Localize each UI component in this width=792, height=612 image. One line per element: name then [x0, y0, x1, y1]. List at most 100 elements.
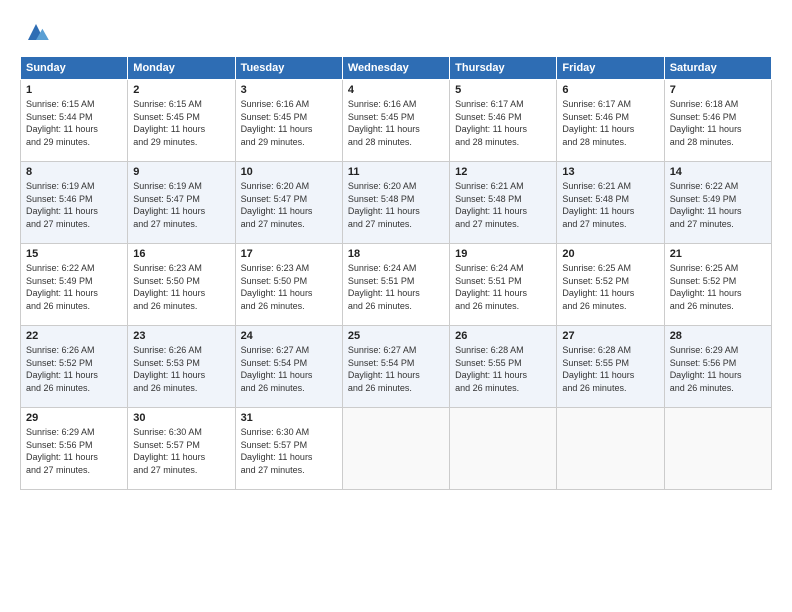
- day-info: Sunrise: 6:18 AM Sunset: 5:46 PM Dayligh…: [670, 98, 766, 148]
- calendar-cell: 3Sunrise: 6:16 AM Sunset: 5:45 PM Daylig…: [235, 80, 342, 162]
- calendar-cell: [450, 408, 557, 490]
- day-info: Sunrise: 6:19 AM Sunset: 5:47 PM Dayligh…: [133, 180, 229, 230]
- calendar-week-4: 22 Sunrise: 6:26 AM Sunset: 5:52 PM Dayli…: [21, 326, 772, 408]
- day-number: 22: [26, 330, 122, 342]
- day-number: 21: [670, 248, 766, 260]
- calendar-cell: 14 Sunrise: 6:22 AM Sunset: 5:49 PM Dayli…: [664, 162, 771, 244]
- calendar-cell: 31Sunrise: 6:30 AM Sunset: 5:57 PM Dayli…: [235, 408, 342, 490]
- calendar-cell: 25 Sunrise: 6:27 AM Sunset: 5:54 PM Dayli…: [342, 326, 449, 408]
- day-info: Sunrise: 6:15 AM Sunset: 5:44 PM Dayligh…: [26, 98, 122, 148]
- day-number: 18: [348, 248, 444, 260]
- column-header-thursday: Thursday: [450, 57, 557, 80]
- day-info: Sunrise: 6:20 AM Sunset: 5:48 PM Dayligh…: [348, 180, 444, 230]
- day-number: 16: [133, 248, 229, 260]
- day-number: 26: [455, 330, 551, 342]
- day-info: Sunrise: 6:16 AM Sunset: 5:45 PM Dayligh…: [348, 98, 444, 148]
- calendar-cell: [342, 408, 449, 490]
- calendar-cell: 21 Sunrise: 6:25 AM Sunset: 5:52 PM Dayli…: [664, 244, 771, 326]
- day-number: 30: [133, 412, 229, 424]
- day-info: Sunrise: 6:17 AM Sunset: 5:46 PM Dayligh…: [455, 98, 551, 148]
- logo: [20, 16, 56, 48]
- day-info: Sunrise: 6:22 AM Sunset: 5:49 PM Dayligh…: [670, 180, 766, 230]
- calendar-cell: 28 Sunrise: 6:29 AM Sunset: 5:56 PM Dayli…: [664, 326, 771, 408]
- day-number: 14: [670, 166, 766, 178]
- day-number: 24: [241, 330, 337, 342]
- header: [20, 16, 772, 48]
- day-info: Sunrise: 6:16 AM Sunset: 5:45 PM Dayligh…: [241, 98, 337, 148]
- calendar-cell: 1 Sunrise: 6:15 AM Sunset: 5:44 PM Daylig…: [21, 80, 128, 162]
- main-container: SundayMondayTuesdayWednesdayThursdayFrid…: [0, 0, 792, 500]
- day-info: Sunrise: 6:29 AM Sunset: 5:56 PM Dayligh…: [26, 426, 122, 476]
- day-info: Sunrise: 6:28 AM Sunset: 5:55 PM Dayligh…: [455, 344, 551, 394]
- day-info: Sunrise: 6:15 AM Sunset: 5:45 PM Dayligh…: [133, 98, 229, 148]
- calendar-week-2: 8 Sunrise: 6:19 AM Sunset: 5:46 PM Daylig…: [21, 162, 772, 244]
- day-info: Sunrise: 6:22 AM Sunset: 5:49 PM Dayligh…: [26, 262, 122, 312]
- day-info: Sunrise: 6:20 AM Sunset: 5:47 PM Dayligh…: [241, 180, 337, 230]
- calendar-cell: 13 Sunrise: 6:21 AM Sunset: 5:48 PM Dayli…: [557, 162, 664, 244]
- calendar-cell: 7 Sunrise: 6:18 AM Sunset: 5:46 PM Daylig…: [664, 80, 771, 162]
- calendar-cell: 10 Sunrise: 6:20 AM Sunset: 5:47 PM Dayli…: [235, 162, 342, 244]
- day-number: 19: [455, 248, 551, 260]
- day-info: Sunrise: 6:24 AM Sunset: 5:51 PM Dayligh…: [455, 262, 551, 312]
- day-number: 11: [348, 166, 444, 178]
- day-info: Sunrise: 6:26 AM Sunset: 5:52 PM Dayligh…: [26, 344, 122, 394]
- calendar-cell: 27Sunrise: 6:28 AM Sunset: 5:55 PM Dayli…: [557, 326, 664, 408]
- column-header-wednesday: Wednesday: [342, 57, 449, 80]
- day-info: Sunrise: 6:30 AM Sunset: 5:57 PM Dayligh…: [133, 426, 229, 476]
- calendar-cell: 19 Sunrise: 6:24 AM Sunset: 5:51 PM Dayli…: [450, 244, 557, 326]
- calendar-cell: 22 Sunrise: 6:26 AM Sunset: 5:52 PM Dayli…: [21, 326, 128, 408]
- day-info: Sunrise: 6:30 AM Sunset: 5:57 PM Dayligh…: [241, 426, 337, 476]
- day-number: 1: [26, 84, 122, 96]
- calendar-cell: 6 Sunrise: 6:17 AM Sunset: 5:46 PM Daylig…: [557, 80, 664, 162]
- calendar-cell: 26 Sunrise: 6:28 AM Sunset: 5:55 PM Dayli…: [450, 326, 557, 408]
- calendar-cell: 2 Sunrise: 6:15 AM Sunset: 5:45 PM Daylig…: [128, 80, 235, 162]
- day-info: Sunrise: 6:17 AM Sunset: 5:46 PM Dayligh…: [562, 98, 658, 148]
- calendar-cell: 24 Sunrise: 6:27 AM Sunset: 5:54 PM Dayli…: [235, 326, 342, 408]
- column-header-monday: Monday: [128, 57, 235, 80]
- day-info: Sunrise: 6:23 AM Sunset: 5:50 PM Dayligh…: [241, 262, 337, 312]
- day-number: 13: [562, 166, 658, 178]
- calendar-cell: 9 Sunrise: 6:19 AM Sunset: 5:47 PM Daylig…: [128, 162, 235, 244]
- calendar-cell: 8 Sunrise: 6:19 AM Sunset: 5:46 PM Daylig…: [21, 162, 128, 244]
- day-number: 28: [670, 330, 766, 342]
- calendar-cell: 17Sunrise: 6:23 AM Sunset: 5:50 PM Dayli…: [235, 244, 342, 326]
- calendar-header-row: SundayMondayTuesdayWednesdayThursdayFrid…: [21, 57, 772, 80]
- calendar-cell: 12Sunrise: 6:21 AM Sunset: 5:48 PM Dayli…: [450, 162, 557, 244]
- calendar-week-1: 1 Sunrise: 6:15 AM Sunset: 5:44 PM Daylig…: [21, 80, 772, 162]
- day-info: Sunrise: 6:25 AM Sunset: 5:52 PM Dayligh…: [562, 262, 658, 312]
- calendar-table: SundayMondayTuesdayWednesdayThursdayFrid…: [20, 56, 772, 490]
- calendar-cell: [664, 408, 771, 490]
- day-number: 25: [348, 330, 444, 342]
- day-number: 20: [562, 248, 658, 260]
- day-number: 15: [26, 248, 122, 260]
- day-number: 9: [133, 166, 229, 178]
- day-number: 29: [26, 412, 122, 424]
- day-info: Sunrise: 6:21 AM Sunset: 5:48 PM Dayligh…: [562, 180, 658, 230]
- day-number: 2: [133, 84, 229, 96]
- day-number: 5: [455, 84, 551, 96]
- calendar-cell: 4Sunrise: 6:16 AM Sunset: 5:45 PM Daylig…: [342, 80, 449, 162]
- calendar-cell: 5 Sunrise: 6:17 AM Sunset: 5:46 PM Daylig…: [450, 80, 557, 162]
- calendar-cell: [557, 408, 664, 490]
- day-info: Sunrise: 6:19 AM Sunset: 5:46 PM Dayligh…: [26, 180, 122, 230]
- calendar-cell: 18 Sunrise: 6:24 AM Sunset: 5:51 PM Dayli…: [342, 244, 449, 326]
- calendar-cell: 16Sunrise: 6:23 AM Sunset: 5:50 PM Dayli…: [128, 244, 235, 326]
- calendar-cell: 29 Sunrise: 6:29 AM Sunset: 5:56 PM Dayli…: [21, 408, 128, 490]
- day-info: Sunrise: 6:28 AM Sunset: 5:55 PM Dayligh…: [562, 344, 658, 394]
- day-info: Sunrise: 6:24 AM Sunset: 5:51 PM Dayligh…: [348, 262, 444, 312]
- day-number: 10: [241, 166, 337, 178]
- day-info: Sunrise: 6:27 AM Sunset: 5:54 PM Dayligh…: [348, 344, 444, 394]
- day-info: Sunrise: 6:27 AM Sunset: 5:54 PM Dayligh…: [241, 344, 337, 394]
- calendar-week-5: 29 Sunrise: 6:29 AM Sunset: 5:56 PM Dayli…: [21, 408, 772, 490]
- day-number: 8: [26, 166, 122, 178]
- day-info: Sunrise: 6:29 AM Sunset: 5:56 PM Dayligh…: [670, 344, 766, 394]
- calendar-cell: 15 Sunrise: 6:22 AM Sunset: 5:49 PM Dayli…: [21, 244, 128, 326]
- calendar-cell: 20 Sunrise: 6:25 AM Sunset: 5:52 PM Dayli…: [557, 244, 664, 326]
- logo-icon: [20, 16, 52, 48]
- day-info: Sunrise: 6:26 AM Sunset: 5:53 PM Dayligh…: [133, 344, 229, 394]
- column-header-sunday: Sunday: [21, 57, 128, 80]
- day-number: 7: [670, 84, 766, 96]
- day-info: Sunrise: 6:25 AM Sunset: 5:52 PM Dayligh…: [670, 262, 766, 312]
- day-number: 6: [562, 84, 658, 96]
- day-number: 23: [133, 330, 229, 342]
